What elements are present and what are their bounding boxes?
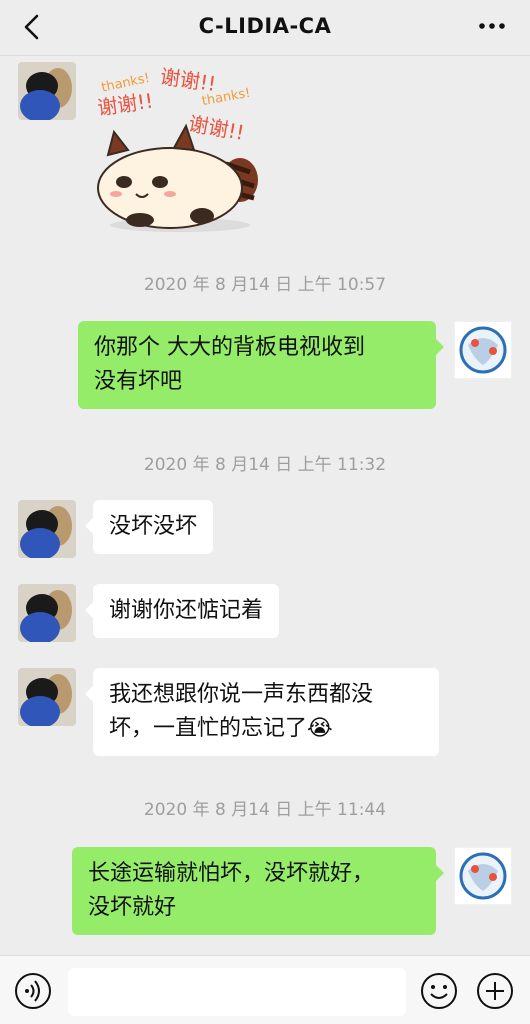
contact-avatar[interactable] [18, 500, 76, 558]
message-input[interactable] [68, 968, 406, 1016]
emoji-icon[interactable] [420, 972, 458, 1010]
contact-avatar[interactable] [18, 584, 76, 642]
contact-avatar[interactable] [18, 62, 76, 120]
sent-message-bubble[interactable]: 长途运输就怕坏，没坏就好， 没坏就好 [72, 847, 444, 935]
raccoon-sticker-image: thanks! 谢谢!! 谢谢!! thanks! 谢谢!! [96, 64, 258, 232]
my-avatar[interactable] [454, 321, 512, 379]
sent-message-bubble[interactable]: 你那个 大大的背板电视收到 没有坏吧 [78, 321, 444, 409]
message-text: 长途运输就怕坏，没坏就好， [88, 861, 375, 886]
received-message-bubble[interactable]: 没坏没坏 [84, 500, 214, 554]
message-text: 我还想跟你说一声东西都没 [109, 682, 374, 707]
message-text: 坏，一直忙的忘记了 [109, 716, 308, 741]
contact-avatar[interactable] [18, 668, 76, 726]
message-line: 坏，一直忙的忘记了😭 [109, 712, 423, 746]
input-toolbar [0, 955, 530, 1024]
crying-laughing-emoji: 😭 [307, 716, 333, 741]
message-timestamp: 2020 年 8 月14 日 上午 11:44 [143, 800, 387, 820]
my-avatar[interactable] [454, 847, 512, 905]
chat-title: C-LIDIA-CA [198, 14, 332, 38]
sticker-text: 谢谢!! [187, 111, 246, 144]
message-text: 没有坏吧 [94, 369, 183, 394]
voice-input-icon[interactable] [14, 972, 52, 1010]
message-text: 没坏就好 [88, 895, 177, 920]
more-options-icon[interactable] [474, 14, 510, 38]
plus-icon[interactable] [476, 972, 514, 1010]
message-text: 你那个 大大的背板电视收到 [94, 335, 365, 360]
message-text: 谢谢你还惦记着 [109, 598, 264, 623]
received-message-bubble[interactable]: 我还想跟你说一声东西都没 坏，一直忙的忘记了😭 [85, 668, 439, 756]
sticker-message[interactable]: thanks! 谢谢!! 谢谢!! thanks! 谢谢!! [90, 60, 270, 235]
message-timestamp: 2020 年 8 月14 日 上午 11:32 [143, 455, 387, 475]
chat-header: C-LIDIA-CA [0, 0, 530, 56]
message-text: 没坏没坏 [109, 514, 198, 539]
message-timestamp: 2020 年 8 月14 日 上午 10:57 [143, 275, 387, 295]
sticker-text: 谢谢!! [159, 64, 218, 96]
received-message-bubble[interactable]: 谢谢你还惦记着 [84, 584, 280, 638]
